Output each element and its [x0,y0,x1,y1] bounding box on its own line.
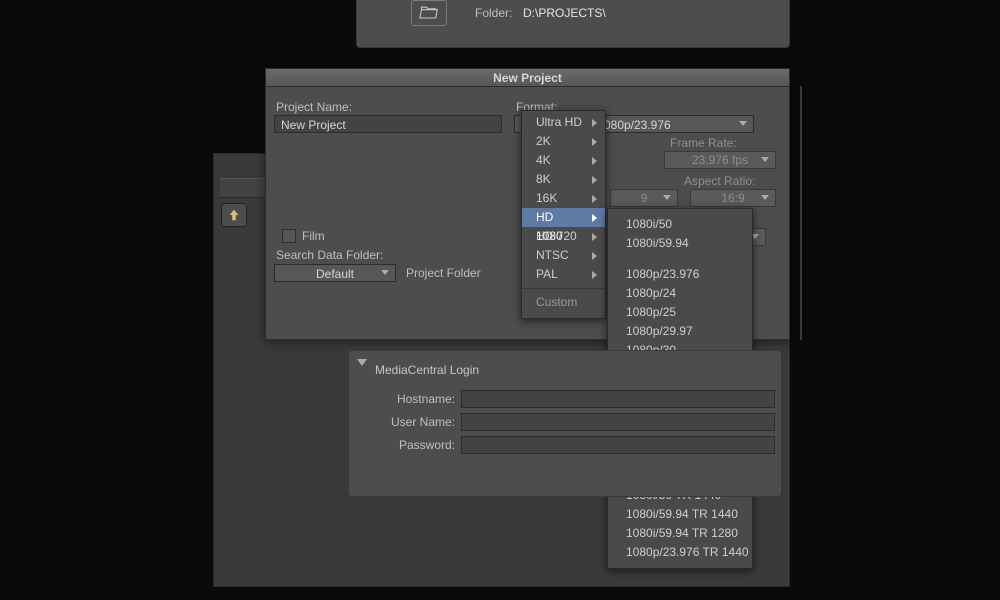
format-menu-item[interactable]: 8K [522,170,605,189]
mediacentral-login-title: MediaCentral Login [375,363,479,377]
format-menu-item[interactable]: NTSC [522,246,605,265]
chevron-down-icon [663,195,671,200]
chevron-down-icon [739,121,747,126]
folder-path: D:\PROJECTS\ [523,6,606,20]
password-label: Password: [377,438,455,452]
hd1080-submenu-item[interactable]: 1080p/25 [608,303,752,322]
format-menu-item[interactable]: Ultra HD [522,113,605,132]
project-name-input[interactable]: New Project [274,115,502,133]
frame-rate-dropdown: 23.976 fps [664,151,776,169]
chevron-down-icon [381,270,389,275]
aspect-short-value: 9 [641,191,648,205]
submenu-arrow-icon [592,138,597,146]
open-folder-icon[interactable] [411,0,447,26]
submenu-arrow-icon [592,157,597,165]
format-dropdown-value: 1080p/23.976 [597,118,670,132]
submenu-arrow-icon [592,214,597,222]
project-name-label: Project Name: [276,100,352,114]
bg-folder-panel: Folder: D:\PROJECTS\ [356,0,790,48]
hd1080-submenu-item[interactable]: 1080p/23.976 TR 1440 [608,543,752,562]
format-menu-item[interactable]: PAL [522,265,605,284]
format-menu-item[interactable]: 4K [522,151,605,170]
collapse-triangle-icon[interactable] [357,359,367,366]
hd1080-submenu-item[interactable]: 1080p/23.976 [608,265,752,284]
format-menu-item[interactable]: 2K [522,132,605,151]
chevron-down-icon [761,195,769,200]
format-menu-item[interactable]: HD 1080 [522,208,605,227]
frame-rate-value: 23.976 fps [692,153,748,167]
hd1080-submenu-item[interactable]: 1080p/29.97 [608,322,752,341]
up-one-level-icon[interactable] [221,203,247,227]
folder-label: Folder: [475,6,512,20]
hd1080-submenu-item[interactable]: 1080i/59.94 [608,234,752,253]
format-menu-item[interactable]: HD 720 [522,227,605,246]
hostname-input[interactable] [461,390,775,408]
hd1080-submenu-item[interactable]: 1080p/24 [608,284,752,303]
submenu-arrow-icon [592,252,597,260]
search-data-folder-dropdown[interactable]: Default [274,264,396,282]
format-menu: Ultra HD2K4K8K16KHD 1080HD 720NTSCPAL Cus… [521,110,606,319]
film-checkbox[interactable] [282,229,296,243]
hostname-label: Hostname: [377,392,455,406]
frame-rate-label: Frame Rate: [670,136,737,150]
submenu-arrow-icon [592,195,597,203]
submenu-arrow-icon [592,119,597,127]
hd1080-submenu-item[interactable]: 1080i/59.94 TR 1440 [608,505,752,524]
aspect-ratio-value: 16:9 [721,191,744,205]
password-input[interactable] [461,436,775,454]
username-input[interactable] [461,413,775,431]
film-checkbox-label: Film [302,229,325,243]
chevron-down-icon [761,157,769,162]
submenu-arrow-icon [592,233,597,241]
submenu-arrow-icon [592,176,597,184]
dialog-title: New Project [266,69,789,87]
search-data-folder-value: Default [316,267,354,281]
mediacentral-login-panel: MediaCentral Login Hostname: User Name: … [348,350,782,497]
aspect-ratio-dropdown: 16:9 [690,189,776,207]
hd1080-submenu-item[interactable]: 1080i/59.94 TR 1280 [608,524,752,543]
format-menu-custom[interactable]: Custom [522,288,605,312]
bg-divider [800,86,802,340]
submenu-arrow-icon [592,271,597,279]
search-data-folder-label: Search Data Folder: [276,248,383,262]
format-menu-item[interactable]: 16K [522,189,605,208]
aspect-ratio-label: Aspect Ratio: [684,174,755,188]
project-folder-label: Project Folder [406,266,481,280]
hd1080-submenu-item[interactable]: 1080i/50 [608,215,752,234]
aspect-short-dropdown: 9 [610,189,678,207]
username-label: User Name: [377,415,455,429]
